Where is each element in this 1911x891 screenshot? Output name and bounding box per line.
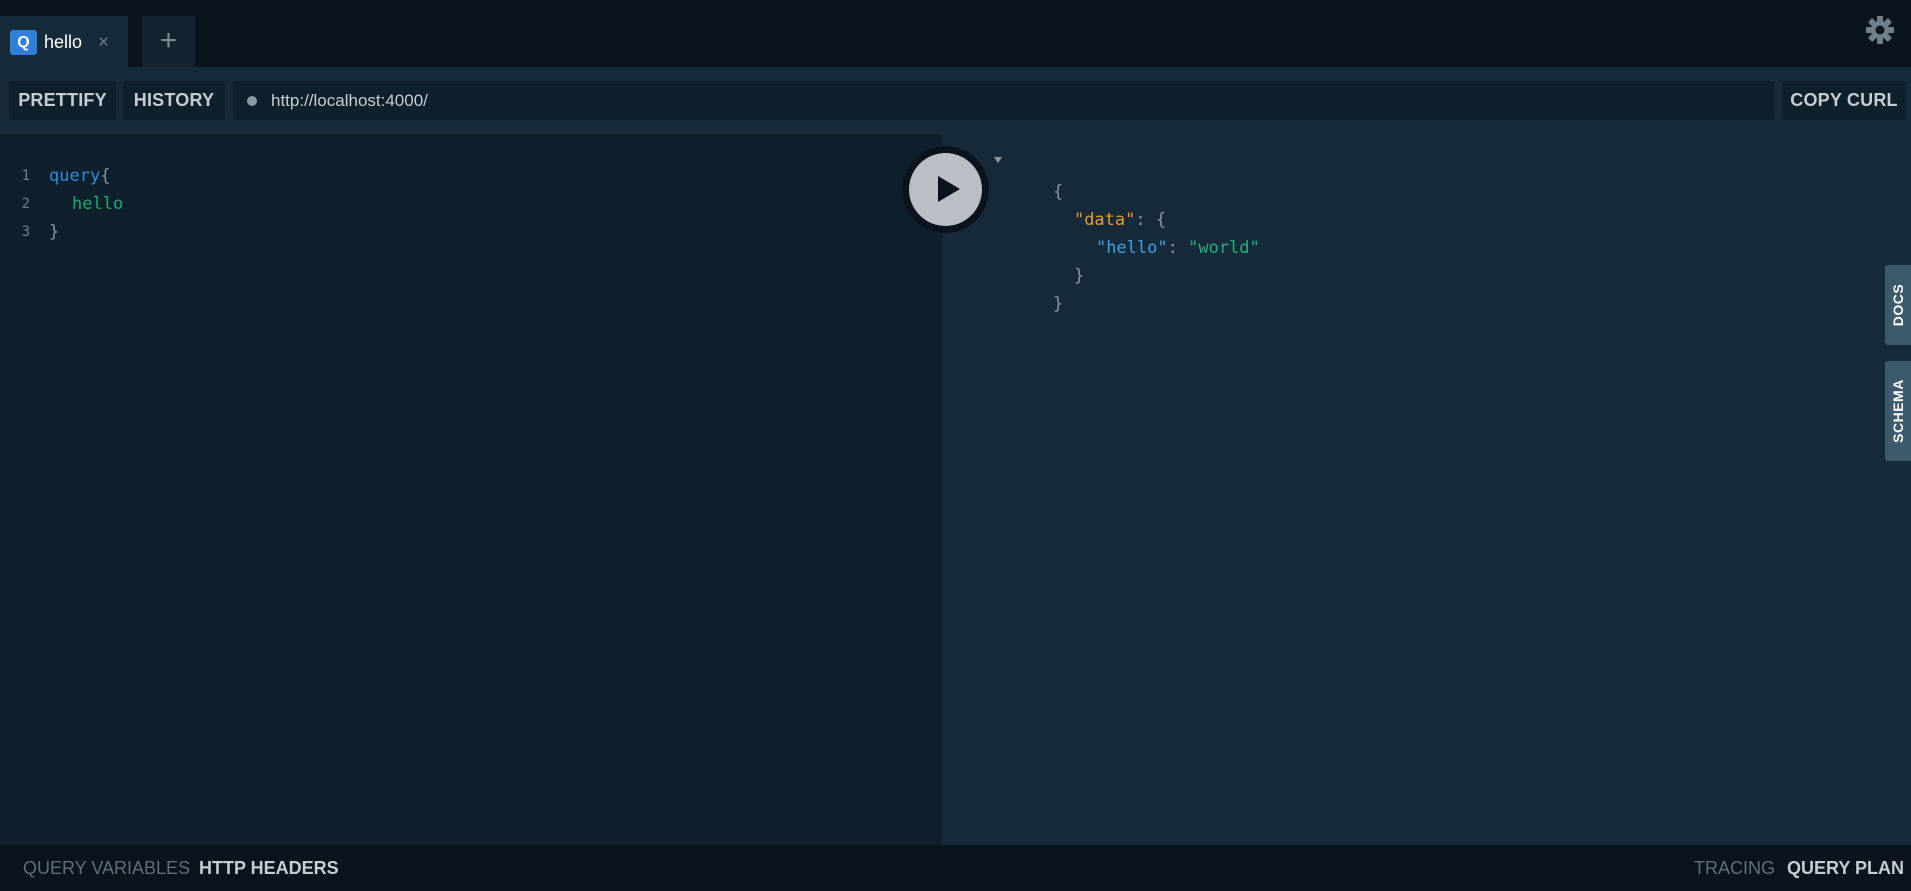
endpoint-input[interactable] <box>269 81 1759 120</box>
history-button[interactable]: HISTORY <box>123 81 225 120</box>
status-dot-icon <box>247 96 257 106</box>
execute-button-ring <box>902 146 989 233</box>
play-icon <box>938 176 960 202</box>
query-tab-hello[interactable]: Q hello × <box>0 16 128 67</box>
json-value-world: "world" <box>1188 238 1260 258</box>
collapse-arrow-icon[interactable] <box>994 157 1002 163</box>
code-text: } <box>49 218 59 246</box>
endpoint-bar <box>233 81 1774 120</box>
tracing-tab[interactable]: TRACING <box>1694 845 1775 891</box>
http-headers-tab[interactable]: HTTP HEADERS <box>199 845 339 891</box>
docs-tab[interactable]: DOCS <box>1885 265 1911 345</box>
result-panel: { "data": { "hello": "world" } } <box>942 134 1911 845</box>
docs-tab-label: DOCS <box>1890 283 1906 327</box>
toolbar: PRETTIFY HISTORY COPY CURL <box>0 67 1911 134</box>
query-badge: Q <box>10 30 37 55</box>
keyword-token: query <box>49 166 101 186</box>
result-line: } <box>1033 234 1084 286</box>
gear-icon[interactable] <box>1864 14 1896 46</box>
result-line: "hello": "world" <box>1055 206 1260 258</box>
result-line: } <box>1012 262 1063 314</box>
json-brace: } <box>1052 294 1064 314</box>
query-plan-tab[interactable]: QUERY PLAN <box>1787 845 1904 891</box>
brace-token: } <box>49 222 60 242</box>
code-text: query{ <box>49 162 110 190</box>
json-brace: } <box>1073 266 1085 286</box>
copy-curl-button[interactable]: COPY CURL <box>1782 81 1906 120</box>
line-number: 2 <box>21 196 30 212</box>
tab-bar: Q hello × + <box>0 0 1911 67</box>
query-editor[interactable]: 1 query{ 2 hello 3 } <box>0 134 942 845</box>
add-tab-button[interactable]: + <box>142 16 195 67</box>
code-text: hello <box>72 190 123 218</box>
brace-token: { <box>100 166 111 186</box>
line-number: 3 <box>21 224 30 240</box>
close-icon[interactable]: × <box>98 30 109 55</box>
json-key-hello: "hello" <box>1095 238 1168 258</box>
line-number: 1 <box>21 168 30 184</box>
json-colon: : <box>1167 238 1178 258</box>
prettify-button[interactable]: PRETTIFY <box>9 81 116 120</box>
bottom-bar: QUERY VARIABLES HTTP HEADERS TRACING QUE… <box>0 845 1911 891</box>
schema-tab[interactable]: SCHEMA <box>1885 361 1911 461</box>
field-token: hello <box>72 194 124 214</box>
execute-query-button[interactable] <box>909 153 982 226</box>
query-variables-tab[interactable]: QUERY VARIABLES <box>23 845 190 891</box>
result-line: { <box>1012 150 1063 202</box>
schema-tab-label: SCHEMA <box>1890 379 1906 443</box>
result-line: "data": { <box>1033 178 1166 230</box>
tab-title: hello <box>44 32 83 52</box>
